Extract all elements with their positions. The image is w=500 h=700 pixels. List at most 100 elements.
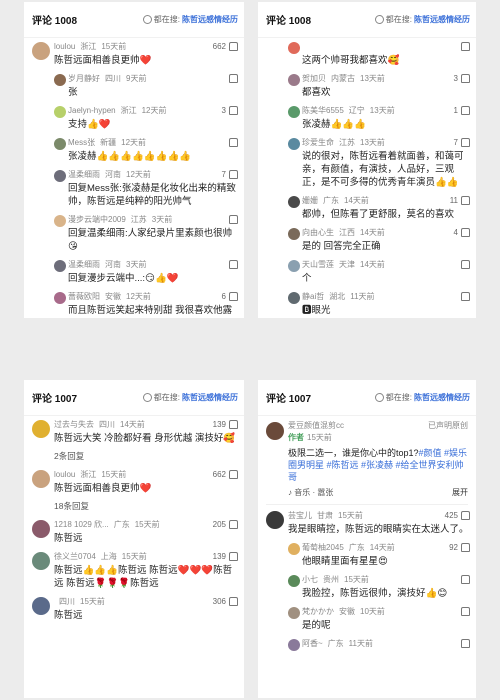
like-button[interactable]: 1 xyxy=(454,106,470,115)
avatar[interactable] xyxy=(54,74,66,86)
comment-item[interactable]: 芸宝儿 甘肃 15天前 425 我是眼睛控，陈哲远的眼睛实在太迷人了。 xyxy=(258,507,476,539)
like-button[interactable]: 11 xyxy=(450,196,470,205)
like-button[interactable] xyxy=(458,607,470,616)
like-button[interactable]: 205 xyxy=(213,520,238,529)
avatar[interactable] xyxy=(54,260,66,272)
avatar[interactable] xyxy=(288,196,300,208)
like-button[interactable] xyxy=(226,74,238,83)
avatar[interactable] xyxy=(54,215,66,227)
trending-search[interactable]: 都在搜: 陈哲远感情经历 xyxy=(142,14,238,25)
avatar[interactable] xyxy=(288,138,300,150)
music-label[interactable]: ♪ 音乐 · 嚣张 xyxy=(288,487,333,498)
trending-search[interactable]: 都在搜: 陈哲远感情经历 xyxy=(374,392,470,403)
like-button[interactable] xyxy=(226,215,238,224)
like-button[interactable] xyxy=(458,260,470,269)
like-button[interactable] xyxy=(458,42,470,51)
like-button[interactable]: 7 xyxy=(222,170,238,179)
comment-username[interactable]: 梵かかか xyxy=(302,606,334,618)
reply-item[interactable]: 蔷薇欧阳 安徽 12天前 6 而且陈哲远笑起来特别甜 我很喜欢他露 xyxy=(24,288,244,318)
avatar[interactable] xyxy=(54,292,66,304)
like-button[interactable]: 662 xyxy=(213,42,238,51)
comment-username[interactable]: 1218 1029 欣... xyxy=(54,519,109,531)
avatar[interactable] xyxy=(54,170,66,182)
reply-item[interactable]: 阿香~ 广东 11天前 xyxy=(258,635,476,654)
reply-item[interactable]: 静ai哲 湖北 11天前 🅱眼光 xyxy=(258,288,476,318)
avatar[interactable] xyxy=(288,607,300,619)
like-button[interactable] xyxy=(226,260,238,269)
avatar[interactable] xyxy=(288,228,300,240)
comment-username[interactable]: 芸宝儿 xyxy=(288,510,312,522)
comment-username[interactable]: 向由心生 xyxy=(302,227,334,239)
like-button[interactable]: 139 xyxy=(213,420,238,429)
comment-username[interactable]: Jaelyn-hypen xyxy=(68,105,116,117)
comment-username[interactable]: 天山雪莲 xyxy=(302,259,334,271)
comment-username[interactable]: 温柔细雨 xyxy=(68,169,100,181)
comment-item[interactable]: 四川 15天前 306 陈哲远 xyxy=(24,593,244,625)
reply-item[interactable]: 小七 贵州 15天前 我脸控，陈哲远很帅，演技好👍😊 xyxy=(258,571,476,603)
comment-username[interactable]: 徐义兰0704 xyxy=(54,551,96,563)
like-button[interactable]: 425 xyxy=(445,511,470,520)
reply-item[interactable]: Mess张 新疆 12天前 张凌赫👍👍👍👍👍👍👍👍 xyxy=(24,134,244,166)
like-button[interactable]: 6 xyxy=(222,292,238,301)
like-button[interactable]: 7 xyxy=(454,138,470,147)
avatar[interactable] xyxy=(32,420,50,438)
author-name[interactable]: 爱豆颜值混剪cc xyxy=(288,420,344,432)
like-button[interactable] xyxy=(226,138,238,147)
comment-item[interactable]: loulou 浙江 15天前 662 陈哲远面相善良更帅❤️ xyxy=(24,38,244,70)
trending-search[interactable]: 都在搜: 陈哲远感情经历 xyxy=(142,392,238,403)
reply-item[interactable]: 岁月静好 四川 9天前张 xyxy=(24,70,244,102)
comment-username[interactable]: 葡萄柚2045 xyxy=(302,542,344,554)
avatar[interactable] xyxy=(288,639,300,651)
avatar[interactable] xyxy=(288,74,300,86)
comment-username[interactable]: 陈美华6555 xyxy=(302,105,344,117)
like-button[interactable]: 92 xyxy=(449,543,470,552)
comment-username[interactable]: 阿香~ xyxy=(302,638,323,650)
view-replies-link[interactable]: 2条回复 xyxy=(24,448,244,466)
comment-username[interactable]: 姗姗 xyxy=(302,195,318,207)
avatar[interactable] xyxy=(288,106,300,118)
avatar[interactable] xyxy=(288,543,300,555)
reply-item[interactable]: 温柔细雨 河南 12天前 7 回复Mess张:张凌赫是化妆化出来的精致帅，陈哲远是纯粹的… xyxy=(24,166,244,211)
comment-username[interactable]: 过去与失去 xyxy=(54,419,94,431)
author-avatar[interactable] xyxy=(266,422,284,440)
trending-search[interactable]: 都在搜: 陈哲远感情经历 xyxy=(374,14,470,25)
like-button[interactable]: 662 xyxy=(213,470,238,479)
reply-item[interactable]: 漫步云端中2009 江苏 3天前 回复温柔细雨:人家纪录片里素颜也很帅😘 xyxy=(24,211,244,256)
like-button[interactable]: 4 xyxy=(454,228,470,237)
reply-item[interactable]: 珍爱生命 江苏 13天前 7 说的很对，陈哲远看着就面善，和蔼可亲，有颜值，有演技，人品… xyxy=(258,134,476,192)
comment-username[interactable]: 温柔细雨 xyxy=(68,259,100,271)
avatar[interactable] xyxy=(54,138,66,150)
avatar[interactable] xyxy=(288,575,300,587)
comment-username[interactable]: 珍爱生命 xyxy=(302,137,334,149)
like-button[interactable] xyxy=(458,639,470,648)
avatar[interactable] xyxy=(32,470,50,488)
comment-username[interactable]: loulou xyxy=(54,41,75,53)
comment-username[interactable]: 静ai哲 xyxy=(302,291,324,303)
avatar[interactable] xyxy=(54,106,66,118)
comment-username[interactable]: 贺加贝 xyxy=(302,73,326,85)
like-button[interactable]: 139 xyxy=(213,552,238,561)
avatar[interactable] xyxy=(288,292,300,304)
comment-username[interactable]: 小七 xyxy=(302,574,318,586)
reply-item[interactable]: 向由心生 江西 14天前 4 是的 回答完全正确 xyxy=(258,224,476,256)
avatar[interactable] xyxy=(32,520,50,538)
reply-item[interactable]: 贺加贝 内蒙古 13天前 3 都喜欢 xyxy=(258,70,476,102)
avatar[interactable] xyxy=(32,552,50,570)
avatar[interactable] xyxy=(288,260,300,272)
view-replies-link[interactable]: 18条回复 xyxy=(24,498,244,516)
comment-username[interactable]: 岁月静好 xyxy=(68,73,100,85)
comment-username[interactable]: loulou xyxy=(54,469,75,481)
comment-item[interactable]: 1218 1029 欣... 广东 15天前 205 陈哲远 xyxy=(24,516,244,548)
reply-item[interactable]: 梵かかか 安徽 10天前 是的呢 xyxy=(258,603,476,635)
like-button[interactable]: 306 xyxy=(213,597,238,606)
reply-item[interactable]: 葡萄柚2045 广东 14天前 92 他眼睛里面有星星😍 xyxy=(258,539,476,571)
comment-username[interactable]: 漫步云端中2009 xyxy=(68,214,126,226)
comment-item[interactable]: loulou 浙江 15天前 662 陈哲远面相善良更帅❤️ xyxy=(24,466,244,498)
like-button[interactable]: 3 xyxy=(454,74,470,83)
reply-item[interactable]: 陈美华6555 辽宁 13天前 1 张凌赫👍👍👍 xyxy=(258,102,476,134)
reply-item[interactable]: 姗姗 广东 14天前 11 都帅，但陈看了更舒服，莫名的喜欢 xyxy=(258,192,476,224)
reply-item[interactable]: 温柔细雨 河南 3天前 回复漫步云端中...:😏👍❤️ xyxy=(24,256,244,288)
like-button[interactable]: 3 xyxy=(222,106,238,115)
comment-item[interactable]: 徐义兰0704 上海 15天前 139 陈哲远👍👍👍陈哲远 陈哲远❤️❤️❤️陈哲远 陈… xyxy=(24,548,244,593)
comment-username[interactable]: Mess张 xyxy=(68,137,95,149)
